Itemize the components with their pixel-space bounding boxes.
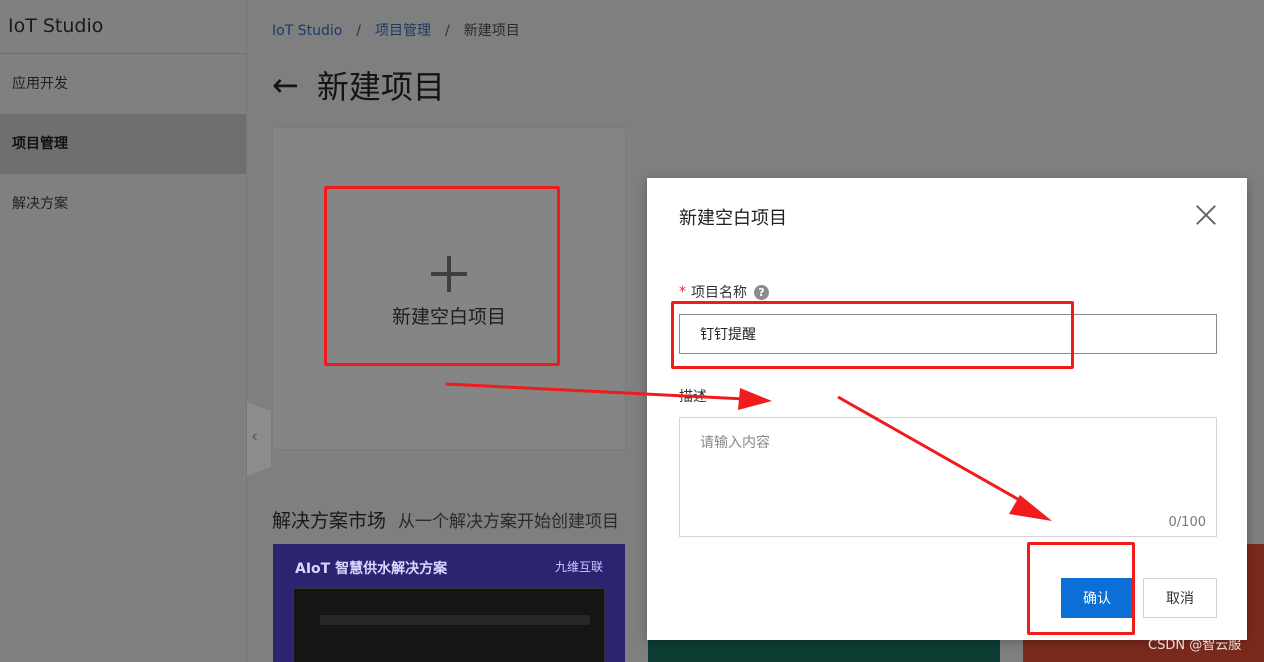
breadcrumb-separator: / <box>445 23 450 39</box>
page-header: ← 新建项目 <box>272 62 445 108</box>
dialog-title: 新建空白项目 <box>679 208 787 229</box>
help-icon[interactable]: ? <box>754 284 769 300</box>
description-field: 0/100 <box>679 417 1217 537</box>
breadcrumb-separator: / <box>356 23 362 39</box>
project-name-label: * 项目名称 ? <box>679 282 769 302</box>
solution-market-subtitle: 从一个解决方案开始创建项目 <box>398 512 620 532</box>
description-label: 描述 <box>679 389 707 405</box>
project-name-label-text: 项目名称 <box>691 285 747 301</box>
cancel-button[interactable]: 取消 <box>1143 578 1217 618</box>
breadcrumb: IoT Studio / 项目管理 / 新建项目 <box>272 20 520 40</box>
solution-market-title: 解决方案市场 <box>272 510 387 532</box>
back-arrow-icon[interactable]: ← <box>272 66 299 104</box>
sidebar-item-solutions[interactable]: 解决方案 <box>0 174 246 234</box>
solution-card[interactable]: AIoT 智慧供水解决方案 九维互联 <box>273 544 625 662</box>
close-icon[interactable] <box>1195 204 1217 226</box>
page-title: 新建项目 <box>316 68 445 106</box>
breadcrumb-link-projects[interactable]: 项目管理 <box>375 23 431 39</box>
new-blank-project-dialog: 新建空白项目 * 项目名称 ? 描述 0/100 确认 取消 <box>647 178 1247 640</box>
description-textarea[interactable] <box>680 418 1216 536</box>
sidebar: IoT Studio 应用开发 项目管理 解决方案 <box>0 0 247 662</box>
new-blank-project-card[interactable]: 新建空白项目 <box>272 127 626 450</box>
project-name-input[interactable] <box>679 314 1217 354</box>
solution-card-logo: 九维互联 <box>554 560 603 574</box>
breadcrumb-link-home[interactable]: IoT Studio <box>272 23 342 39</box>
sidebar-item-project-management[interactable]: 项目管理 <box>0 114 246 174</box>
solution-card-preview <box>293 588 605 662</box>
solution-market-heading: 解决方案市场 从一个解决方案开始创建项目 <box>272 506 619 533</box>
confirm-button[interactable]: 确认 <box>1061 578 1133 618</box>
description-char-counter: 0/100 <box>1168 515 1206 530</box>
breadcrumb-current: 新建项目 <box>463 23 520 39</box>
new-blank-project-label: 新建空白项目 <box>391 306 506 328</box>
watermark: CSDN @智云服 <box>1148 638 1242 653</box>
required-mark: * <box>679 284 686 300</box>
brand-title: IoT Studio <box>0 0 246 54</box>
plus-icon <box>431 256 467 292</box>
solution-card-title: AIoT 智慧供水解决方案 <box>295 561 448 577</box>
sidebar-item-app-dev[interactable]: 应用开发 <box>0 54 246 114</box>
